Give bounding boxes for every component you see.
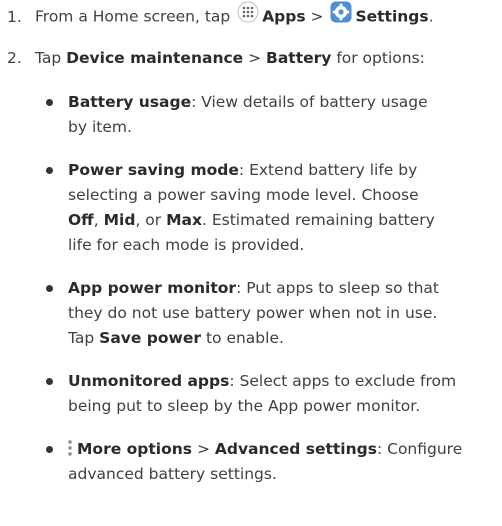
battery-label: Battery bbox=[266, 49, 332, 67]
more-options-icon bbox=[68, 439, 72, 457]
option-text: : View details of battery usage bbox=[191, 93, 428, 111]
list-item: Battery usage: View details of battery u… bbox=[46, 90, 502, 140]
option-title: More options bbox=[77, 440, 193, 458]
bullet-icon bbox=[46, 285, 53, 292]
option-title: Battery usage bbox=[68, 93, 192, 111]
option-text: , or bbox=[135, 211, 167, 229]
step-end: . bbox=[428, 7, 434, 26]
bullet-icon bbox=[46, 446, 53, 453]
list-item: More options > Advanced settings: Config… bbox=[46, 437, 502, 487]
option-text: life for each mode is provided. bbox=[68, 236, 305, 254]
option-value: Mid bbox=[103, 211, 136, 229]
option-text: advanced battery settings. bbox=[68, 465, 277, 483]
breadcrumb-separator: > bbox=[305, 7, 329, 26]
list-item: Unmonitored apps: Select apps to exclude… bbox=[46, 369, 502, 419]
option-text: by item. bbox=[68, 118, 132, 136]
option-text: Tap bbox=[68, 329, 100, 347]
settings-gear-icon bbox=[330, 1, 352, 29]
option-text: selecting a power saving mode level. Cho… bbox=[68, 186, 419, 204]
option-text: they do not use battery power when not i… bbox=[68, 304, 438, 322]
step-text: for options: bbox=[331, 49, 425, 67]
option-title: Power saving mode bbox=[68, 161, 239, 179]
breadcrumb-separator: > bbox=[192, 440, 215, 458]
option-text: to enable. bbox=[201, 329, 284, 347]
step-text: Tap bbox=[35, 49, 67, 67]
option-text: : Configure bbox=[376, 440, 463, 458]
option-text: : Select apps to exclude from bbox=[229, 372, 457, 390]
settings-label: Settings bbox=[355, 7, 429, 26]
option-title: Advanced settings bbox=[214, 440, 377, 458]
instructions-document: 1. From a Home screen, tap Apps > Setting… bbox=[0, 0, 502, 526]
option-text: . Estimated remaining battery bbox=[201, 211, 435, 229]
option-text: , bbox=[93, 211, 104, 229]
bullet-icon bbox=[46, 99, 53, 106]
option-text: : Extend battery life by bbox=[238, 161, 418, 179]
step-1: 1. From a Home screen, tap Apps > Setting… bbox=[0, 1, 434, 31]
option-value: Off bbox=[68, 211, 94, 229]
step-text: From a Home screen, tap bbox=[35, 7, 236, 26]
battery-options-list: Battery usage: View details of battery u… bbox=[46, 90, 502, 487]
bullet-icon bbox=[46, 167, 53, 174]
step-number: 2. bbox=[7, 49, 22, 67]
apps-grid-icon bbox=[237, 1, 259, 29]
option-value: Max bbox=[166, 211, 202, 229]
list-item: App power monitor: Put apps to sleep so … bbox=[46, 276, 502, 351]
step-2: 2. Tap Device maintenance > Battery for o… bbox=[0, 47, 425, 69]
list-item: Power saving mode: Extend battery life b… bbox=[46, 158, 502, 258]
option-text: : Put apps to sleep so that bbox=[236, 279, 439, 297]
option-value: Save power bbox=[99, 329, 202, 347]
apps-label: Apps bbox=[262, 7, 306, 26]
option-text: being put to sleep by the App power moni… bbox=[68, 397, 421, 415]
step-number: 1. bbox=[7, 7, 22, 26]
breadcrumb-separator: > bbox=[243, 49, 267, 67]
device-maintenance-label: Device maintenance bbox=[66, 49, 244, 67]
option-title: App power monitor bbox=[68, 279, 237, 297]
option-title: Unmonitored apps bbox=[68, 372, 230, 390]
bullet-icon bbox=[46, 378, 53, 385]
